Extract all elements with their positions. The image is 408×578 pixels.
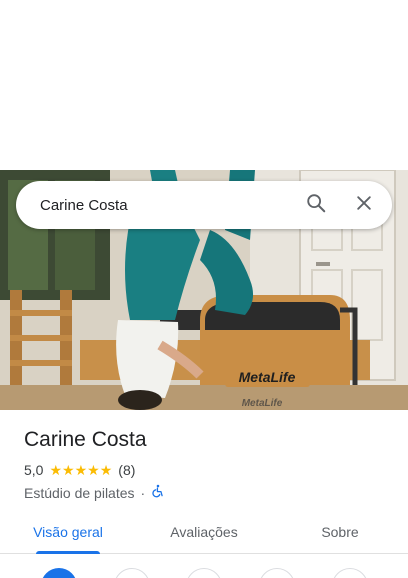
separator: · (140, 484, 146, 501)
close-button[interactable] (340, 181, 388, 229)
tab-about[interactable]: Sobre (272, 510, 408, 553)
close-icon (354, 193, 374, 218)
directions-button[interactable] (41, 568, 77, 578)
search-button[interactable] (292, 181, 340, 229)
rating-stars: ★ ★ ★ ★ ★ (49, 463, 112, 477)
search-icon (305, 192, 327, 219)
star-icon: ★ (49, 462, 63, 478)
search-bar (16, 181, 392, 229)
wheelchair-icon[interactable] (151, 484, 165, 501)
tab-bar: Visão geral Avaliações Sobre (0, 510, 408, 554)
search-input[interactable] (16, 181, 292, 229)
share-button[interactable] (332, 568, 368, 578)
place-page: MetaLife MetaLife Carine Costa 5,0 ★ ★ ★… (0, 0, 408, 578)
save-button[interactable] (114, 568, 150, 578)
star-icon: ★ (87, 462, 100, 478)
category-row: Estúdio de pilates · (24, 484, 165, 501)
metalife-logo-reflection: MetaLife (242, 398, 283, 409)
action-buttons (0, 568, 408, 578)
star-icon: ★ (74, 462, 88, 478)
star-icon: ★ (99, 462, 113, 478)
place-name: Carine Costa (24, 428, 147, 451)
rating-value: 5,0 (24, 462, 44, 478)
send-to-phone-button[interactable] (259, 568, 295, 578)
nearby-button[interactable] (186, 568, 222, 578)
rating-row[interactable]: 5,0 ★ ★ ★ ★ ★ (8) (24, 462, 135, 478)
tab-label: Visão geral (33, 523, 103, 540)
star-icon: ★ (62, 462, 75, 478)
tab-label: Sobre (321, 523, 359, 540)
tab-label: Avaliações (170, 523, 238, 540)
place-category: Estúdio de pilates (24, 484, 135, 501)
metalife-logo: MetaLife (239, 369, 296, 385)
review-count: (8) (118, 462, 136, 478)
tab-reviews[interactable]: Avaliações (136, 510, 272, 553)
tab-overview[interactable]: Visão geral (0, 510, 136, 554)
